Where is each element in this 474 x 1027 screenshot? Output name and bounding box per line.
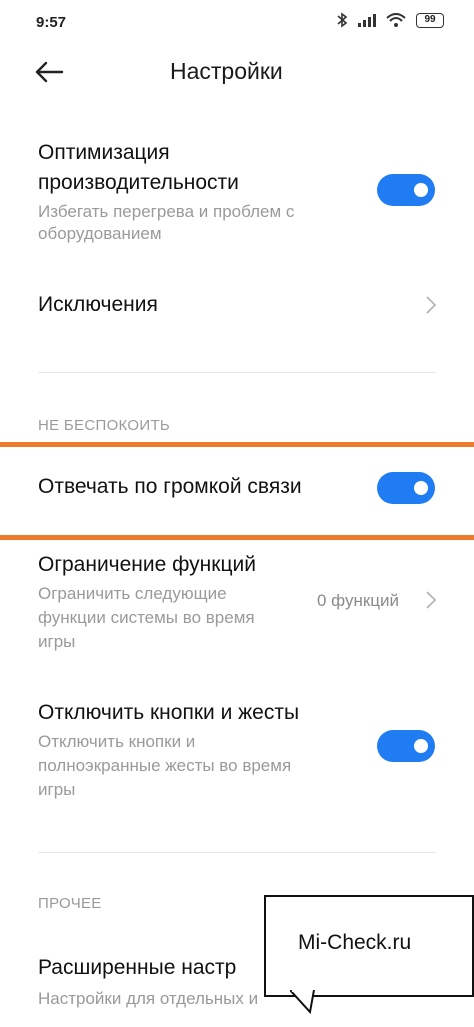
wifi-icon — [386, 13, 406, 27]
disable-buttons-row[interactable]: Отключить кнопки и жесты Отключить кнопк… — [0, 698, 474, 808]
status-time: 9:57 — [36, 14, 67, 31]
status-icons: 99 — [336, 12, 444, 28]
performance-subtitle-line1: Избегать перегрева и проблем с — [38, 202, 295, 221]
chevron-right-icon — [426, 591, 437, 609]
restrict-functions-title: Ограничение функций — [38, 553, 256, 576]
header: Настройки — [0, 52, 474, 92]
disable-buttons-subtitle-line2: полноэкранные жесты во время — [38, 756, 292, 775]
performance-subtitle-line2: оборудованием — [38, 224, 162, 243]
signal-icon — [358, 14, 376, 27]
status-bar: 9:57 99 — [0, 0, 474, 44]
speaker-answer-title: Отвечать по громкой связи — [38, 475, 302, 498]
battery-icon: 99 — [416, 12, 444, 28]
disable-buttons-title: Отключить кнопки и жесты — [38, 701, 300, 724]
disable-buttons-subtitle-line3: игры — [38, 780, 76, 799]
divider — [38, 852, 436, 853]
exceptions-title: Исключения — [38, 293, 158, 316]
performance-toggle[interactable] — [377, 174, 435, 206]
advanced-settings-title: Расширенные настр — [38, 956, 237, 979]
restrict-functions-subtitle-line2: функции системы во время — [38, 608, 255, 627]
chevron-right-icon — [426, 296, 437, 314]
section-header-dnd: НЕ БЕСПОКОИТЬ — [38, 417, 171, 434]
watermark-bubble: Mi-Check.ru — [264, 895, 474, 997]
advanced-settings-subtitle: Настройки для отдельных и — [38, 989, 259, 1008]
performance-title-line2: производительности — [38, 171, 239, 194]
toggle-knob — [414, 481, 428, 495]
toggle-knob — [414, 739, 428, 753]
disable-buttons-subtitle-line1: Отключить кнопки и — [38, 732, 196, 751]
watermark-bubble-tail — [290, 990, 315, 1014]
back-button[interactable] — [34, 58, 70, 86]
toggle-knob — [414, 183, 428, 197]
performance-title-line1: Оптимизация — [38, 141, 170, 164]
restrict-functions-value: 0 функций — [317, 591, 400, 610]
restrict-functions-subtitle-line1: Ограничить следующие — [38, 584, 227, 603]
restrict-functions-subtitle-line3: игры — [38, 632, 76, 651]
performance-optimization-row[interactable]: Оптимизация производительности Избегать … — [0, 138, 474, 248]
section-header-other: ПРОЧЕЕ — [38, 895, 102, 912]
divider — [38, 372, 436, 373]
page-title: Настройки — [170, 58, 283, 84]
exceptions-row[interactable]: Исключения — [0, 290, 474, 324]
disable-buttons-toggle[interactable] — [377, 730, 435, 762]
restrict-functions-row[interactable]: Ограничение функций Ограничить следующие… — [0, 550, 474, 660]
speaker-answer-row[interactable]: Отвечать по громкой связи — [0, 472, 474, 506]
speaker-answer-toggle[interactable] — [377, 472, 435, 504]
arrow-left-icon — [35, 61, 64, 83]
watermark-text: Mi-Check.ru — [298, 931, 412, 954]
bluetooth-icon — [337, 12, 348, 28]
